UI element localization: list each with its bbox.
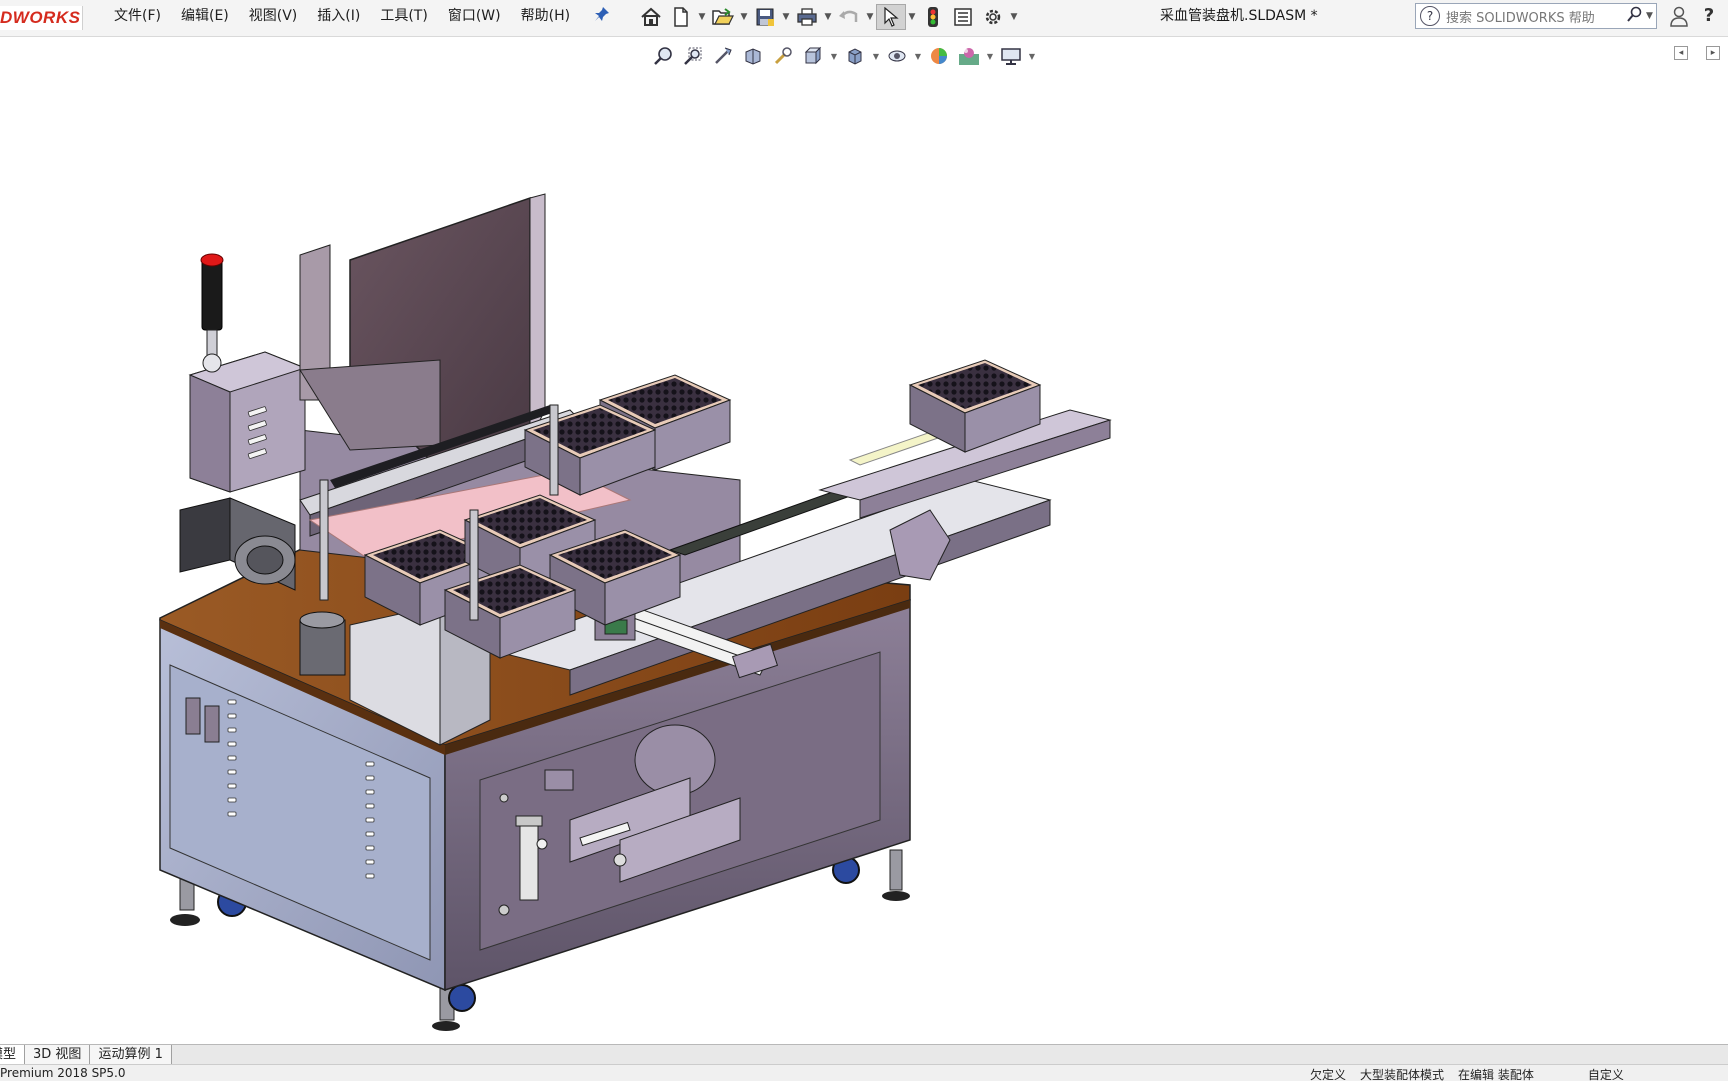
status-bar: Premium 2018 SP5.0 欠定义 大型装配体模式 在编辑 装配体 自… — [0, 1064, 1728, 1083]
heads-up-view-toolbar: ▼ ▼ ▼ ▼ ▼ — [648, 42, 1038, 70]
file-props-icon[interactable] — [948, 4, 978, 30]
home-icon[interactable] — [636, 4, 666, 30]
options-dropdown-icon[interactable]: ▼ — [1008, 4, 1020, 30]
select-icon[interactable] — [876, 4, 906, 30]
cad-assembly-model[interactable] — [150, 180, 1230, 1060]
select-dropdown-icon[interactable]: ▼ — [906, 4, 918, 30]
save-dropdown-icon[interactable]: ▼ — [780, 4, 792, 30]
print-icon[interactable] — [792, 4, 822, 30]
search-dropdown-icon[interactable]: ▼ — [1646, 11, 1656, 21]
status-units[interactable]: 自定义 — [1588, 1066, 1624, 1083]
view-orientation-dropdown-icon[interactable]: ▼ — [828, 52, 840, 61]
hide-show-dropdown-icon[interactable]: ▼ — [912, 52, 924, 61]
menu-view[interactable]: 视图(V) — [239, 0, 308, 32]
print-dropdown-icon[interactable]: ▼ — [822, 4, 834, 30]
user-icon[interactable] — [1668, 5, 1690, 27]
drive-motor — [179, 497, 296, 591]
menu-insert[interactable]: 插入(I) — [307, 0, 370, 32]
signal-tower-light — [200, 253, 224, 373]
status-definition: 欠定义 — [1310, 1068, 1347, 1082]
menu-tools[interactable]: 工具(T) — [370, 0, 437, 32]
title-bar: DWORKS 文件(F) 编辑(E) 视图(V) 插入(I) 工具(T) 窗口(… — [0, 0, 1728, 37]
pin-menu-icon[interactable] — [592, 6, 612, 26]
quick-access-toolbar: ▼ ▼ ▼ ▼ ▼ ▼ ▼ — [636, 3, 1020, 31]
collapse-left-icon[interactable]: ◂ — [1674, 46, 1688, 60]
display-style-dropdown-icon[interactable]: ▼ — [870, 52, 882, 61]
logo-text: DWORKS — [0, 8, 81, 27]
tab-model[interactable]: 模型 — [0, 1045, 26, 1065]
new-doc-icon[interactable] — [666, 4, 696, 30]
help-search-box[interactable]: ? 搜索 SOLIDWORKS 帮助 ▼ — [1415, 3, 1657, 29]
new-doc-dropdown-icon[interactable]: ▼ — [696, 4, 708, 30]
traffic-light-icon[interactable] — [918, 4, 948, 30]
graphics-area[interactable] — [0, 72, 1728, 1044]
open-icon[interactable] — [708, 4, 738, 30]
options-icon[interactable] — [978, 4, 1008, 30]
scene-icon[interactable] — [954, 43, 984, 69]
view-settings-icon[interactable] — [996, 43, 1026, 69]
menu-window[interactable]: 窗口(W) — [438, 0, 511, 32]
version-label: Premium 2018 SP5.0 — [0, 1066, 126, 1080]
menu-file[interactable]: 文件(F) — [104, 0, 171, 32]
save-icon[interactable] — [750, 4, 780, 30]
scene-dropdown-icon[interactable]: ▼ — [984, 52, 996, 61]
menu-bar: 文件(F) 编辑(E) 视图(V) 插入(I) 工具(T) 窗口(W) 帮助(H… — [104, 0, 580, 32]
tab-3d-view[interactable]: 3D 视图 — [25, 1045, 91, 1065]
control-box — [188, 351, 307, 493]
display-style-icon[interactable] — [840, 43, 870, 69]
hide-show-icon[interactable] — [882, 43, 912, 69]
zoom-fit-icon[interactable] — [648, 43, 678, 69]
document-title: 采血管装盘机.SLDASM * — [1160, 8, 1318, 24]
secondary-motor — [299, 611, 346, 676]
search-icon[interactable] — [1624, 6, 1646, 26]
view-orientation-icon[interactable] — [798, 43, 828, 69]
dynamic-annot-icon[interactable] — [768, 43, 798, 69]
previous-view-icon[interactable] — [708, 43, 738, 69]
status-editing: 在编辑 装配体 — [1458, 1068, 1534, 1082]
menu-edit[interactable]: 编辑(E) — [171, 0, 239, 32]
open-dropdown-icon[interactable]: ▼ — [738, 4, 750, 30]
help-icon[interactable]: ? — [1698, 4, 1720, 28]
bottom-tab-bar: 模型 3D 视图 运动算例 1 — [0, 1044, 1728, 1065]
collapse-right-icon[interactable]: ▸ — [1706, 46, 1720, 60]
appearance-icon[interactable] — [924, 43, 954, 69]
task-pane-controls: ◂ ▸ — [1674, 46, 1720, 60]
zoom-area-icon[interactable] — [678, 43, 708, 69]
search-placeholder: 搜索 SOLIDWORKS 帮助 — [1446, 10, 1595, 26]
view-settings-dropdown-icon[interactable]: ▼ — [1026, 52, 1038, 61]
status-large-assembly[interactable]: 大型装配体模式 — [1360, 1066, 1444, 1083]
undo-dropdown-icon[interactable]: ▼ — [864, 4, 876, 30]
menu-help[interactable]: 帮助(H) — [511, 0, 580, 32]
tab-motion-study[interactable]: 运动算例 1 — [90, 1045, 172, 1065]
help-circle-icon: ? — [1420, 6, 1440, 26]
solidworks-logo[interactable]: DWORKS — [0, 6, 83, 30]
undo-icon[interactable] — [834, 4, 864, 30]
section-view-icon[interactable] — [738, 43, 768, 69]
